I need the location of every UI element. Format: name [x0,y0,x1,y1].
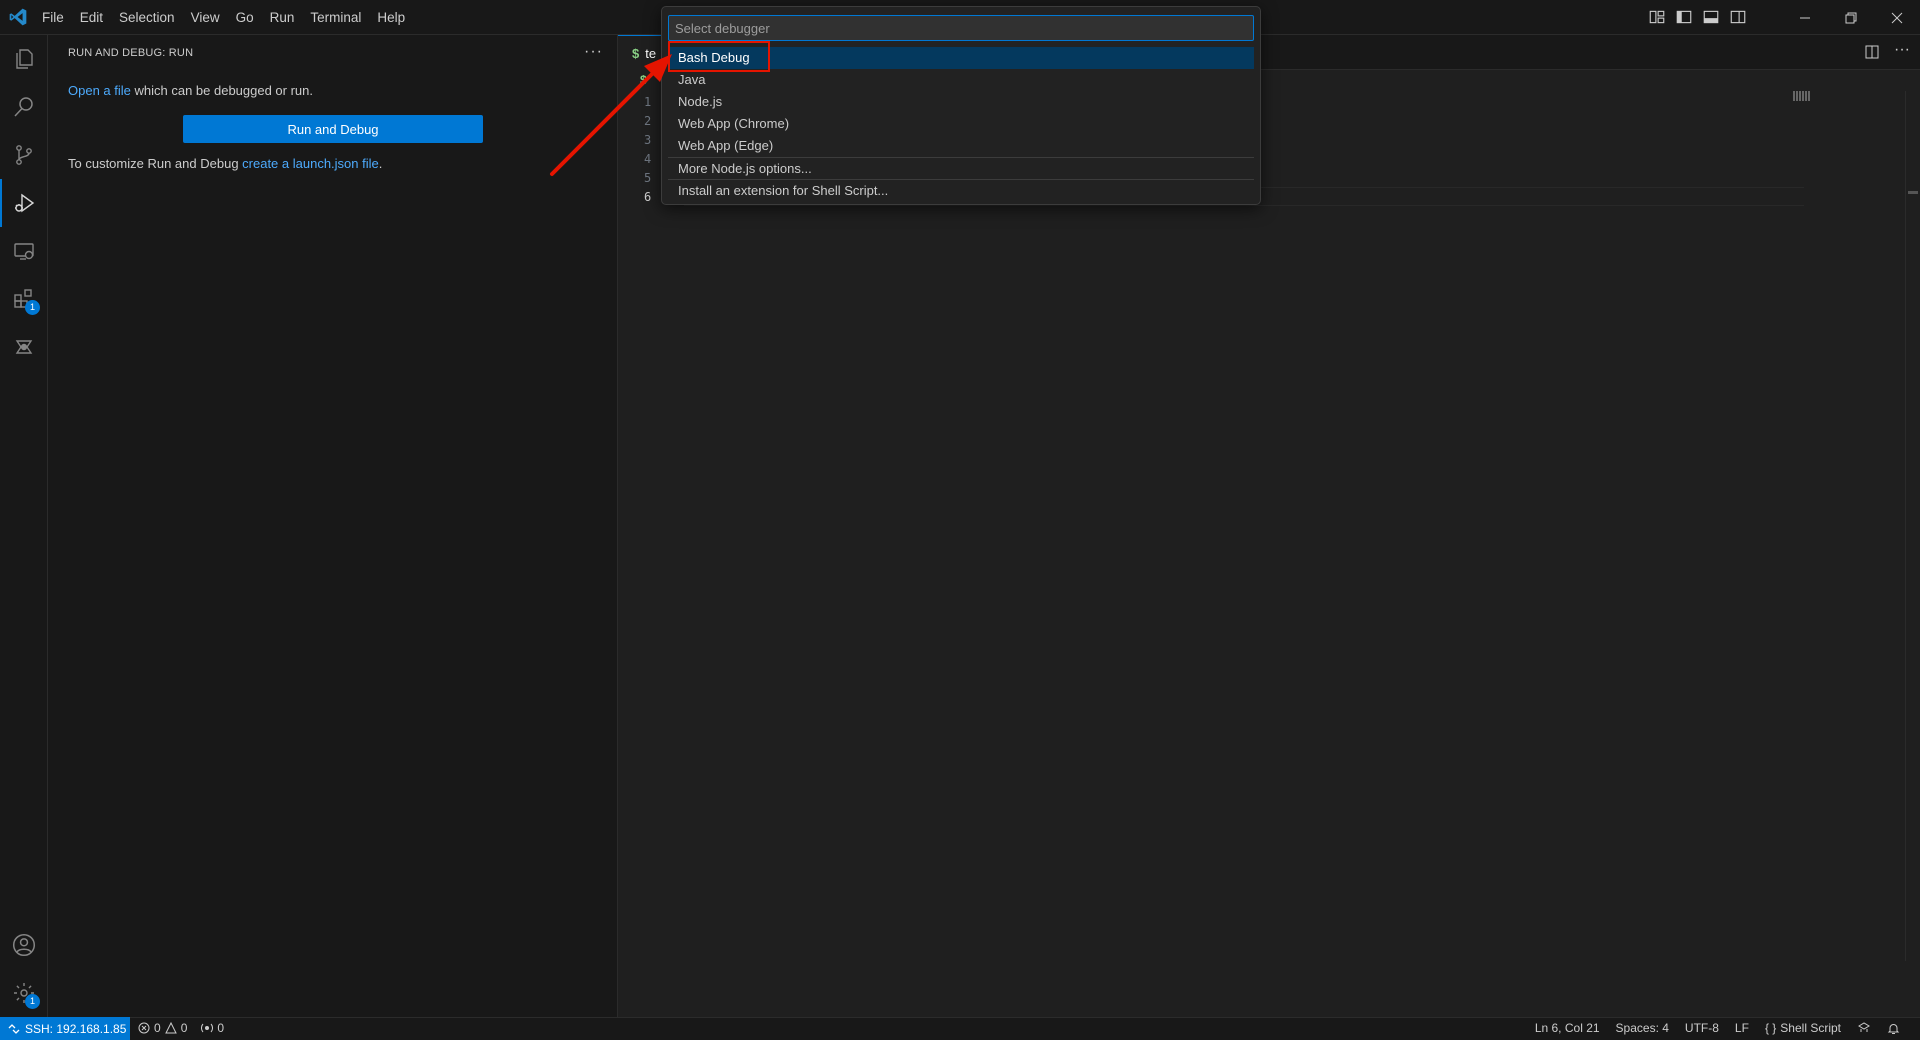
remote-explorer-icon[interactable] [0,227,48,275]
run-and-debug-icon[interactable] [0,179,48,227]
menu-help[interactable]: Help [369,7,413,29]
ports-indicator[interactable]: 0 [201,1021,224,1035]
error-count: 0 [154,1021,161,1035]
menu-file[interactable]: File [34,7,72,29]
remote-indicator[interactable]: SSH: 192.168.1.85 [0,1017,130,1040]
restore-icon[interactable] [1828,0,1874,35]
customize-layout-icon[interactable] [1648,8,1666,26]
annotation-arrow [550,54,672,176]
end-of-line[interactable]: LF [1735,1021,1749,1035]
debugger-option-java[interactable]: Java [668,69,1254,91]
search-icon[interactable] [0,83,48,131]
open-file-message: Open a file which can be debugged or run… [68,83,313,98]
explorer-icon[interactable] [0,35,48,83]
source-control-icon[interactable] [0,131,48,179]
status-bar: SSH: 192.168.1.85 0 0 0 Ln 6, Col 21 Spa… [0,1017,1920,1040]
braces-icon: { } [1764,1021,1777,1035]
quick-pick-input[interactable] [668,15,1254,41]
editor-more-actions-button[interactable]: ··· [1894,41,1910,59]
minimize-icon[interactable] [1782,0,1828,35]
editor-scrollbar[interactable] [1905,91,1920,961]
language-mode[interactable]: { } Shell Script [1765,1021,1841,1035]
status-left: 0 0 0 [138,1021,224,1035]
more-nodejs-options[interactable]: More Node.js options... [668,157,1254,179]
ports-count: 0 [217,1021,225,1035]
split-editor-icon[interactable] [1864,44,1880,60]
run-debug-sidebar: RUN AND DEBUG: RUN ··· Open a file which… [48,35,618,1017]
accounts-icon[interactable] [0,921,48,969]
vscode-logo-icon [9,8,27,26]
menu-selection[interactable]: Selection [111,7,183,29]
sidebar-title: RUN AND DEBUG: RUN [68,47,194,59]
debugger-option-web-app-chrome[interactable]: Web App (Chrome) [668,113,1254,135]
toggle-secondary-sidebar-icon[interactable] [1729,8,1747,26]
toggle-panel-icon[interactable] [1702,8,1720,26]
language-label: Shell Script [1780,1021,1841,1035]
debugger-option-web-app-edge[interactable]: Web App (Edge) [668,135,1254,157]
problems-indicator[interactable]: 0 0 [138,1021,187,1035]
activity-bar: 1 1 [0,35,48,1017]
open-file-text: which can be debugged or run. [130,83,314,98]
warning-icon [164,1022,177,1034]
close-icon[interactable] [1874,0,1920,35]
testing-icon[interactable] [0,323,48,371]
customize-text: To customize Run and Debug [68,156,243,171]
error-icon [138,1022,150,1034]
extensions-badge: 1 [25,300,40,315]
indentation[interactable]: Spaces: 4 [1616,1021,1669,1035]
remote-icon [8,1023,20,1034]
open-file-link[interactable]: Open a file [68,83,131,98]
run-and-debug-button[interactable]: Run and Debug [183,115,483,143]
encoding[interactable]: UTF-8 [1685,1021,1719,1035]
extensions-icon[interactable]: 1 [0,275,48,323]
menu-view[interactable]: View [183,7,228,29]
scrollbar-thumb[interactable] [1908,191,1918,194]
customize-message: To customize Run and Debug create a laun… [68,156,382,171]
settings-badge: 1 [25,994,40,1009]
cursor-position[interactable]: Ln 6, Col 21 [1535,1021,1600,1035]
notifications-bell-icon[interactable] [1887,1021,1900,1035]
debugger-option-nodejs[interactable]: Node.js [668,91,1254,113]
menu-edit[interactable]: Edit [72,7,111,29]
layout-controls [1648,8,1747,26]
remote-label: SSH: 192.168.1.85 [25,1021,127,1036]
status-right: Ln 6, Col 21 Spaces: 4 UTF-8 LF { } Shel… [1535,1021,1900,1035]
copilot-icon[interactable] [1857,1021,1871,1035]
menu-terminal[interactable]: Terminal [302,7,369,29]
select-debugger-quick-pick: Bash Debug Java Node.js Web App (Chrome)… [661,6,1261,205]
menu-go[interactable]: Go [228,7,262,29]
ports-icon [201,1023,214,1033]
install-extension-option[interactable]: Install an extension for Shell Script... [668,179,1254,201]
minimap[interactable] [1793,91,1813,101]
window-controls [1782,0,1920,35]
manage-gear-icon[interactable]: 1 [0,969,48,1017]
toggle-primary-sidebar-icon[interactable] [1675,8,1693,26]
warning-count: 0 [180,1021,188,1035]
create-launch-json-link[interactable]: create a launch.json file [242,156,379,171]
menu-run[interactable]: Run [262,7,303,29]
customize-end: . [378,156,383,171]
menu-bar: File Edit Selection View Go Run Terminal… [34,0,413,35]
